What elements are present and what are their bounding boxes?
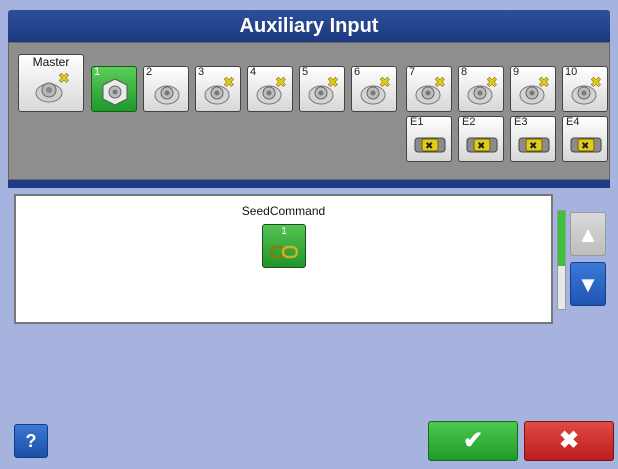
svg-text:✖: ✖ xyxy=(581,141,589,152)
extra-input-button-e3[interactable]: E3 ✖ xyxy=(510,116,556,162)
switch-button-2[interactable]: 2 xyxy=(143,66,189,112)
switch-button-6[interactable]: 6 ✖ xyxy=(351,66,397,112)
switch-button-8[interactable]: 8 ✖ xyxy=(458,66,504,112)
svg-text:✖: ✖ xyxy=(477,141,485,152)
assigned-function-number: 1 xyxy=(281,226,287,237)
extra-e3-label: E3 xyxy=(514,116,528,128)
switch-button-10[interactable]: 10 ✖ xyxy=(562,66,608,112)
assigned-function-button[interactable]: 1 xyxy=(262,224,306,268)
toggle-switch-unassigned-icon: ✖ xyxy=(467,75,498,105)
arrow-down-icon: ▼ xyxy=(577,272,599,297)
extra-e1-label: E1 xyxy=(410,116,424,128)
svg-text:✖: ✖ xyxy=(58,71,70,87)
svg-text:✖: ✖ xyxy=(379,75,391,91)
svg-text:✖: ✖ xyxy=(590,75,602,91)
switch-button-9[interactable]: 9 ✖ xyxy=(510,66,556,112)
accept-button[interactable]: ✔ xyxy=(428,421,518,461)
toggle-switch-icon xyxy=(102,78,128,106)
extra-input-button-e1[interactable]: E1 ✖ xyxy=(406,116,452,162)
connector-unassigned-icon: ✖ xyxy=(518,137,550,153)
scroll-up-button[interactable]: ▲ xyxy=(570,212,606,256)
svg-text:✖: ✖ xyxy=(327,75,339,91)
switch-button-1[interactable]: 1 xyxy=(91,66,137,112)
help-icon: ? xyxy=(25,431,37,451)
assigned-functions-list: SeedCommand 1 xyxy=(14,194,553,324)
extra-input-button-e2[interactable]: E2 ✖ xyxy=(458,116,504,162)
list-scrollbar[interactable] xyxy=(557,210,566,310)
switch-button-7[interactable]: 7 ✖ xyxy=(406,66,452,112)
extra-input-button-e4[interactable]: E4 ✖ xyxy=(562,116,608,162)
svg-text:✖: ✖ xyxy=(538,75,550,91)
checkmark-icon: ✔ xyxy=(462,427,484,454)
arrow-up-icon: ▲ xyxy=(577,222,599,247)
toggle-switch-icon xyxy=(154,85,180,105)
svg-text:✖: ✖ xyxy=(275,75,287,91)
cancel-button[interactable]: ✖ xyxy=(524,421,614,461)
toggle-switch-unassigned-icon: ✖ xyxy=(519,75,550,105)
switch-button-5[interactable]: 5 ✖ xyxy=(299,66,345,112)
svg-text:✖: ✖ xyxy=(486,75,498,91)
svg-text:✖: ✖ xyxy=(223,75,235,91)
toggle-switch-unassigned-icon: ✖ xyxy=(35,71,70,103)
connector-unassigned-icon: ✖ xyxy=(570,137,602,153)
scrollbar-thumb[interactable] xyxy=(558,211,565,266)
svg-text:✖: ✖ xyxy=(529,141,537,152)
toggle-switch-unassigned-icon: ✖ xyxy=(256,75,287,105)
toggle-switch-unassigned-icon: ✖ xyxy=(360,75,391,105)
extra-e2-label: E2 xyxy=(462,116,476,128)
connector-unassigned-icon: ✖ xyxy=(466,137,498,153)
chain-link-icon xyxy=(270,245,298,259)
toggle-switch-unassigned-icon: ✖ xyxy=(415,75,446,105)
svg-text:✖: ✖ xyxy=(434,75,446,91)
svg-text:✖: ✖ xyxy=(425,141,433,152)
section-divider xyxy=(8,180,610,188)
window-title: Auxiliary Input xyxy=(8,10,610,42)
extra-e4-label: E4 xyxy=(566,116,580,128)
switch-button-4[interactable]: 4 ✖ xyxy=(247,66,293,112)
close-icon: ✖ xyxy=(558,427,580,454)
toggle-switch-unassigned-icon: ✖ xyxy=(308,75,339,105)
master-switch-button[interactable]: Master ✖ xyxy=(18,54,84,112)
connector-unassigned-icon: ✖ xyxy=(414,137,446,153)
toggle-switch-unassigned-icon: ✖ xyxy=(571,75,602,105)
switch-button-3[interactable]: 3 ✖ xyxy=(195,66,241,112)
scroll-down-button[interactable]: ▼ xyxy=(570,262,606,306)
master-label: Master xyxy=(32,55,70,69)
toggle-switch-unassigned-icon: ✖ xyxy=(204,75,235,105)
list-title: SeedCommand xyxy=(241,204,326,218)
help-button[interactable]: ? xyxy=(14,424,48,458)
